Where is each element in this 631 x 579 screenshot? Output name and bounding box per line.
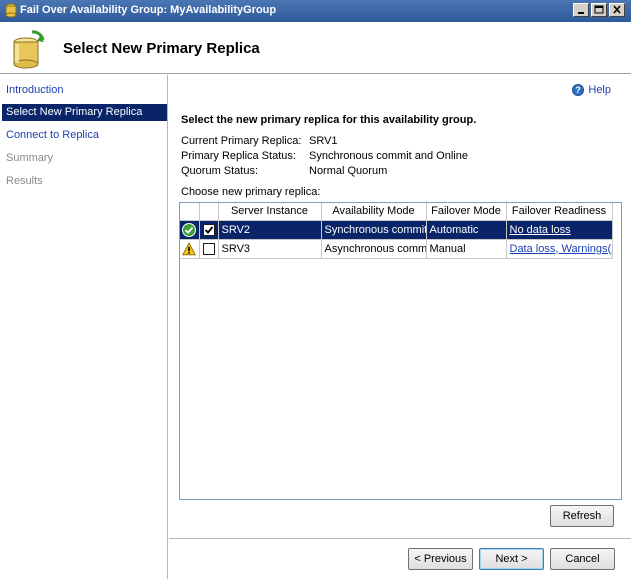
select-column-header xyxy=(199,203,219,221)
availability-mode-column-header[interactable]: Availability Mode xyxy=(321,203,427,221)
server-instance-column-header[interactable]: Server Instance xyxy=(218,203,322,221)
help-link[interactable]: ? Help xyxy=(572,84,611,96)
info-label: Primary Replica Status: xyxy=(181,150,296,162)
close-icon[interactable] xyxy=(609,3,625,17)
replica-checkbox[interactable] xyxy=(202,223,215,236)
warning-icon xyxy=(182,241,197,255)
window-title: Fail Over Availability Group: MyAvailabi… xyxy=(20,4,277,16)
quorum-status-row: Quorum Status: Normal Quorum xyxy=(181,165,387,177)
refresh-button[interactable]: Refresh xyxy=(550,505,614,527)
sidebar-item-results: Results xyxy=(6,175,43,187)
info-value: SRV1 xyxy=(309,135,338,147)
failover-mode-cell: Automatic xyxy=(426,220,507,240)
select-cell xyxy=(199,239,219,259)
section-heading: Select the new primary replica for this … xyxy=(181,114,477,126)
next-button[interactable]: Next > xyxy=(479,548,544,570)
success-check-icon xyxy=(182,222,197,237)
status-column-header xyxy=(180,203,200,221)
main-panel: ? Help Select the new primary replica fo… xyxy=(169,75,631,579)
grid-header-row: Server Instance Availability Mode Failov… xyxy=(180,203,613,221)
status-cell xyxy=(180,220,200,240)
sidebar-item-connect-to-replica[interactable]: Connect to Replica xyxy=(2,127,167,144)
help-icon: ? xyxy=(572,84,585,96)
help-label[interactable]: Help xyxy=(588,84,611,96)
replica-checkbox[interactable] xyxy=(202,242,215,255)
page-title: Select New Primary Replica xyxy=(63,40,260,57)
table-row[interactable]: SRV2 Synchronous commit Automatic No dat… xyxy=(180,220,613,240)
choose-replica-label: Choose new primary replica: xyxy=(181,186,321,198)
info-label: Current Primary Replica: xyxy=(181,135,302,147)
status-cell xyxy=(180,239,200,259)
svg-text:?: ? xyxy=(576,85,582,95)
current-primary-replica-row: Current Primary Replica: SRV1 xyxy=(181,135,338,147)
sidebar-item-introduction[interactable]: Introduction xyxy=(2,82,167,99)
info-label: Quorum Status: xyxy=(181,165,259,177)
failover-readiness-cell: Data loss, Warnings(2) xyxy=(506,239,613,259)
app-icon xyxy=(5,3,17,18)
sidebar-item-select-new-primary-replica[interactable]: Select New Primary Replica xyxy=(2,104,167,121)
previous-button[interactable]: < Previous xyxy=(408,548,473,570)
info-value: Normal Quorum xyxy=(309,165,388,177)
server-instance-cell: SRV3 xyxy=(218,239,322,259)
availability-mode-cell: Asynchronous commit xyxy=(321,239,427,259)
failover-mode-column-header[interactable]: Failover Mode xyxy=(426,203,507,221)
sidebar-item-summary: Summary xyxy=(6,152,54,164)
failover-readiness-cell: No data loss xyxy=(506,220,613,240)
database-failover-icon xyxy=(13,30,45,69)
failover-mode-cell: Manual xyxy=(426,239,507,259)
minimize-icon[interactable] xyxy=(573,3,589,17)
server-instance-cell: SRV2 xyxy=(218,220,322,240)
primary-replica-status-row: Primary Replica Status: Synchronous commi… xyxy=(181,150,468,162)
footer-divider xyxy=(169,538,631,539)
window-title-bar[interactable]: Fail Over Availability Group: MyAvailabi… xyxy=(0,0,631,22)
wizard-navigation: Introduction Select New Primary Replica … xyxy=(0,75,168,579)
maximize-icon[interactable] xyxy=(591,3,607,17)
cancel-button[interactable]: Cancel xyxy=(550,548,615,570)
page-header: Select New Primary Replica xyxy=(0,22,631,74)
replica-grid[interactable]: Server Instance Availability Mode Failov… xyxy=(179,202,622,500)
availability-mode-cell: Synchronous commit xyxy=(321,220,427,240)
table-row[interactable]: SRV3 Asynchronous commit Manual Data los… xyxy=(180,239,613,259)
failover-readiness-column-header[interactable]: Failover Readiness xyxy=(506,203,613,221)
select-cell xyxy=(199,220,219,240)
failover-readiness-link[interactable]: Data loss, Warnings(2) xyxy=(510,243,612,255)
info-value: Synchronous commit and Online xyxy=(309,150,468,162)
failover-readiness-link[interactable]: No data loss xyxy=(510,224,571,236)
